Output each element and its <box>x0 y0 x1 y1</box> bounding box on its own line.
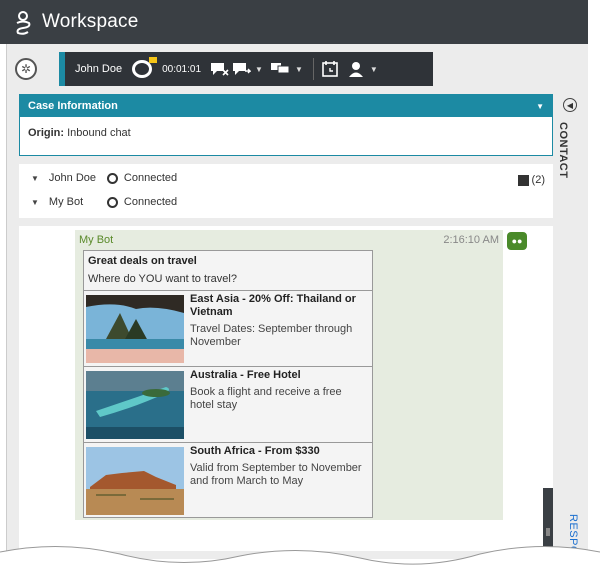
card-header: Great deals on travel Where do YOU want … <box>84 251 372 291</box>
side-tabs: ◀ CONTACT RESPONSES <box>555 94 585 581</box>
toolbar-divider <box>312 58 314 80</box>
note-icon <box>517 174 529 186</box>
toolbar: ✲ John Doe 00:01:01 ▼ ▼ ▼ <box>7 50 591 88</box>
scrollbar-grip[interactable] <box>546 528 550 536</box>
settings-icon[interactable]: ✲ <box>15 58 37 80</box>
chat-transcript: My Bot 2:16:10 AM Great deals on travel … <box>19 226 553 578</box>
deal-title: East Asia - 20% Off: Thailand or Vietnam <box>190 293 356 318</box>
list-item[interactable]: East Asia - 20% Off: Thailand or Vietnam… <box>84 291 372 367</box>
title-bar: Workspace <box>0 0 590 44</box>
message-time: 2:16:10 AM <box>443 234 499 246</box>
origin-value: Inbound chat <box>67 127 131 139</box>
bot-avatar-icon: ●● <box>507 232 527 250</box>
deal-image <box>86 371 184 439</box>
notes-count: (2) <box>531 174 545 186</box>
case-information-header[interactable]: Case Information ▼ <box>20 95 552 117</box>
genesys-logo-icon <box>16 11 31 35</box>
party-status: Connected <box>123 196 178 208</box>
deal-description: Book a flight and receive a free hotel s… <box>190 386 342 411</box>
deal-image <box>86 447 184 515</box>
party-row[interactable]: ▼ My Bot Connected <box>31 196 177 208</box>
conference-icon[interactable] <box>270 62 291 76</box>
party-list: ▼ John Doe Connected ▼ My Bot Connected … <box>19 164 553 218</box>
case-information-panel: Case Information ▼ Origin: Inbound chat <box>19 94 553 156</box>
card-subtitle: Where do YOU want to travel? <box>88 273 237 285</box>
chevron-down-icon[interactable]: ▼ <box>370 65 378 74</box>
list-item[interactable]: Australia - Free Hotel Book a flight and… <box>84 367 372 443</box>
card-title: Great deals on travel <box>88 255 197 267</box>
party-name[interactable]: John Doe <box>75 63 122 75</box>
list-item[interactable]: South Africa - From $330 Valid from Sept… <box>84 443 372 519</box>
party-name: My Bot <box>48 196 84 208</box>
bot-message: My Bot 2:16:10 AM Great deals on travel … <box>75 230 503 520</box>
interaction-bar: John Doe 00:01:01 ▼ ▼ ▼ <box>59 52 433 86</box>
interaction-timer: 00:01:01 <box>162 63 202 75</box>
party-name: John Doe <box>48 172 97 184</box>
party-row[interactable]: ▼ John Doe Connected <box>31 172 177 184</box>
schedule-icon[interactable] <box>322 61 338 77</box>
torn-bottom-edge <box>0 546 600 581</box>
torn-edge-decoration <box>588 0 600 581</box>
case-information-title: Case Information <box>28 100 118 112</box>
tab-contact[interactable]: CONTACT <box>557 122 569 178</box>
app-title: Workspace <box>42 11 139 32</box>
rich-card: Great deals on travel Where do YOU want … <box>83 250 373 518</box>
main-panel: ✲ John Doe 00:01:01 ▼ ▼ ▼ Case Informati… <box>6 44 591 581</box>
deal-description: Valid from September to November and fro… <box>190 462 362 487</box>
chevron-down-icon[interactable]: ▼ <box>255 65 263 74</box>
transfer-chat-icon[interactable] <box>233 62 252 76</box>
deal-description: Travel Dates: September through November <box>190 323 353 348</box>
chevron-down-icon[interactable]: ▼ <box>536 102 544 111</box>
party-status: Connected <box>123 172 178 184</box>
chat-status-icon <box>106 196 118 208</box>
chevron-down-icon[interactable]: ▼ <box>31 174 39 183</box>
collapse-left-icon[interactable]: ◀ <box>563 98 577 112</box>
deal-title: South Africa - From $330 <box>190 445 320 457</box>
end-chat-icon[interactable] <box>211 62 229 76</box>
origin-label: Origin: <box>28 127 65 139</box>
deal-image <box>86 295 184 363</box>
chat-status-icon <box>106 172 118 184</box>
case-origin: Origin: Inbound chat <box>20 117 552 149</box>
chat-icon <box>132 57 158 78</box>
message-sender: My Bot <box>79 234 114 246</box>
notes-button[interactable]: (2) <box>517 174 545 186</box>
deal-title: Australia - Free Hotel <box>190 369 301 381</box>
consult-icon[interactable] <box>348 61 366 77</box>
chevron-down-icon[interactable]: ▼ <box>31 198 39 207</box>
chevron-down-icon[interactable]: ▼ <box>295 65 303 74</box>
